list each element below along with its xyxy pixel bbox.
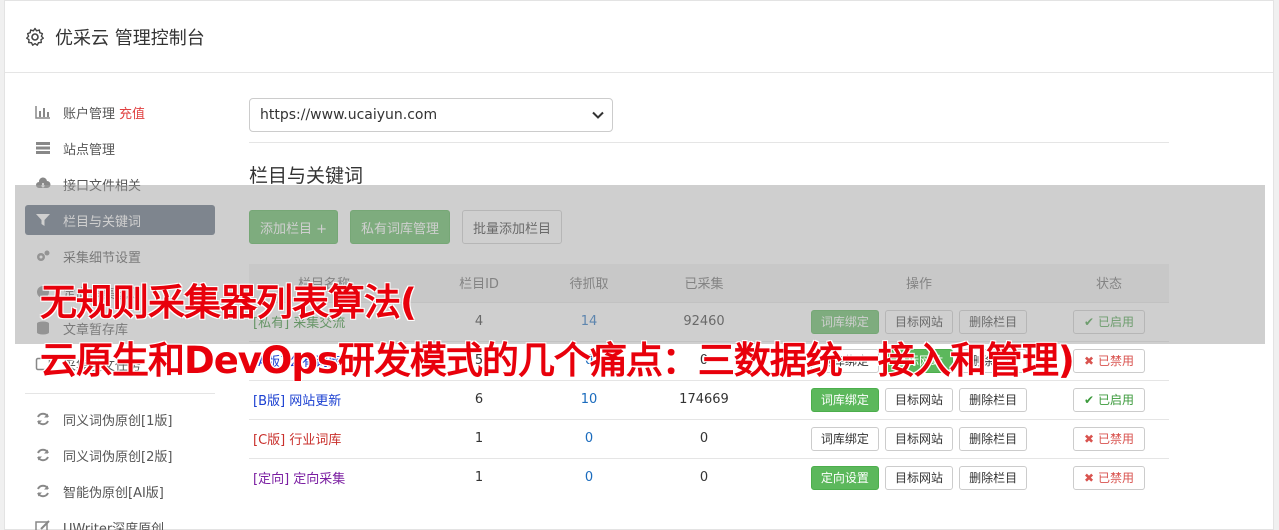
row-pending[interactable]: 0 (559, 457, 619, 497)
target-site-button[interactable]: 目标网站 (884, 465, 953, 490)
sidebar-item-synonym-v2[interactable]: 同义词伪原创[2版] (25, 440, 215, 470)
row-name[interactable]: [B版] 网站更新 (249, 379, 399, 419)
status-label: 已禁用 (1097, 431, 1134, 446)
targeted-settings-button[interactable]: 定向设置 (810, 465, 879, 490)
sidebar-item-label: 智能伪原创[AI版] (63, 485, 164, 501)
divider (249, 142, 1169, 143)
row-ops: 词库绑定 目标网站 删除栏目 (789, 418, 1049, 458)
status-toggle[interactable]: ✔ 已启用 (1073, 387, 1145, 412)
bar-chart-icon (35, 106, 50, 119)
sidebar-item-ai-rewrite[interactable]: 智能伪原创[AI版] (25, 476, 215, 506)
site-select-value: https://www.ucaiyun.com (260, 107, 438, 123)
status-toggle[interactable]: ✖ 已禁用 (1073, 348, 1145, 373)
check-icon: ✔ (1084, 392, 1095, 407)
target-site-button[interactable]: 目标网站 (884, 387, 953, 412)
row-pending[interactable]: 0 (559, 418, 619, 458)
page-title: 优采云 管理控制台 (55, 27, 205, 49)
bind-lib-button[interactable]: 词库绑定 (810, 426, 879, 451)
row-ops: 定向设置 目标网站 删除栏目 (789, 457, 1049, 497)
overlay-headline-line2: 云原生和DevOps研发模式的几个痛点：三数据统一接入和管理) (40, 339, 1075, 382)
delete-column-button[interactable]: 删除栏目 (959, 387, 1028, 412)
status-label: 已禁用 (1097, 470, 1134, 485)
gear-icon (26, 27, 44, 46)
recharge-link[interactable]: 充值 (119, 103, 145, 122)
sidebar-item-label: 站点管理 (63, 142, 116, 158)
sidebar-item-sites[interactable]: 站点管理 (25, 133, 215, 163)
table-row: [B版] 网站更新 6 10 174669 词库绑定 目标网站 删除栏目 ✔ 已… (249, 379, 1169, 419)
overlay-headline-line1: 无规则采集器列表算法( (40, 281, 417, 324)
table-row: [C版] 行业词库 1 0 0 词库绑定 目标网站 删除栏目 ✖ 已禁用 (249, 418, 1169, 458)
target-site-button[interactable]: 目标网站 (884, 426, 953, 451)
refresh-icon (37, 412, 49, 426)
row-collected: 0 (619, 457, 789, 497)
status-toggle[interactable]: ✖ 已禁用 (1073, 426, 1145, 451)
cross-icon: ✖ (1084, 353, 1095, 368)
sidebar-item-label: UWriter深度原创 (63, 521, 165, 530)
panel-header: 优采云 管理控制台 (5, 1, 1273, 73)
bind-lib-button[interactable]: 词库绑定 (810, 387, 879, 412)
delete-column-button[interactable]: 删除栏目 (959, 426, 1028, 451)
status-label: 已启用 (1097, 392, 1134, 407)
row-status: ✖ 已禁用 (1049, 457, 1169, 497)
row-id: 1 (399, 418, 559, 458)
sidebar-item-label: 同义词伪原创[1版] (63, 413, 173, 429)
sidebar-item-account[interactable]: 账户管理 充值 (25, 97, 215, 127)
row-pending[interactable]: 10 (559, 379, 619, 419)
row-collected: 0 (619, 418, 789, 458)
edit-icon (35, 520, 50, 530)
section-title: 栏目与关键词 (249, 165, 364, 187)
row-id: 1 (399, 457, 559, 497)
refresh-icon (37, 484, 49, 498)
cross-icon: ✖ (1084, 431, 1095, 446)
table-row: [定向] 定向采集 1 0 0 定向设置 目标网站 删除栏目 ✖ 已禁用 (249, 457, 1169, 497)
row-name[interactable]: [定向] 定向采集 (249, 457, 399, 497)
chevron-down-icon (592, 111, 604, 119)
server-icon (36, 142, 50, 154)
row-ops: 词库绑定 目标网站 删除栏目 (789, 379, 1049, 419)
row-id: 6 (399, 379, 559, 419)
row-status: ✖ 已禁用 (1049, 418, 1169, 458)
sidebar-item-label: 账户管理 (63, 106, 116, 122)
row-name[interactable]: [C版] 行业词库 (249, 418, 399, 458)
cross-icon: ✖ (1084, 470, 1095, 485)
row-status: ✔ 已启用 (1049, 379, 1169, 419)
status-toggle[interactable]: ✖ 已禁用 (1073, 465, 1145, 490)
status-label: 已禁用 (1097, 353, 1134, 368)
refresh-icon (37, 448, 49, 462)
row-collected: 174669 (619, 379, 789, 419)
sidebar-divider (25, 393, 215, 394)
site-select[interactable]: https://www.ucaiyun.com (249, 98, 613, 132)
sidebar-item-label: 同义词伪原创[2版] (63, 449, 173, 465)
delete-column-button[interactable]: 删除栏目 (959, 465, 1028, 490)
sidebar-item-uwriter[interactable]: UWriter深度原创 (25, 512, 215, 530)
sidebar-item-synonym-v1[interactable]: 同义词伪原创[1版] (25, 404, 215, 434)
